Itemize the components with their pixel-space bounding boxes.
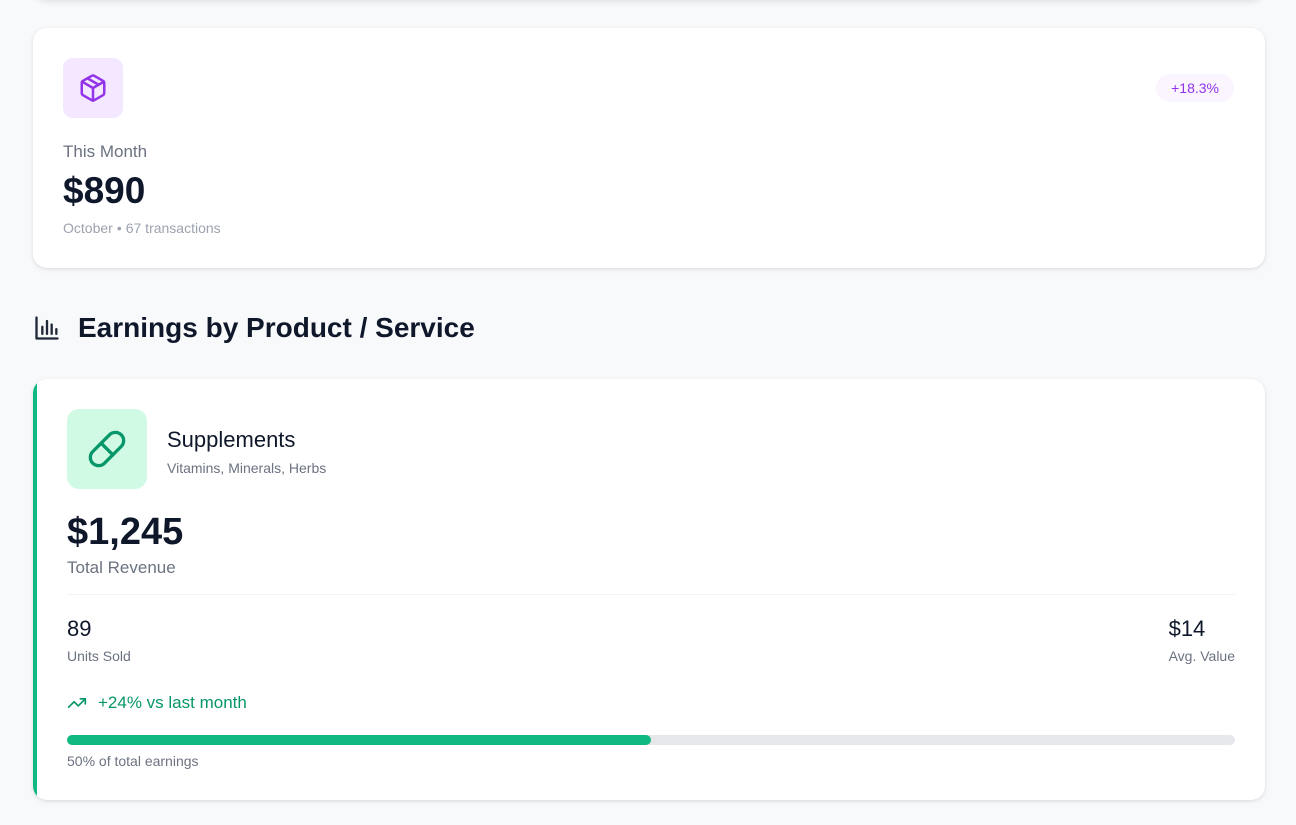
units-sold-label: Units Sold — [67, 648, 131, 664]
growth-badge: +18.3% — [1156, 74, 1234, 102]
total-revenue-value: $1,245 — [67, 511, 184, 553]
avg-value-label: Avg. Value — [1168, 648, 1235, 664]
package-icon — [63, 58, 123, 118]
total-revenue-label: Total Revenue — [67, 558, 176, 577]
product-name: Supplements — [167, 427, 296, 452]
product-card-supplements[interactable]: Supplements Vitamins, Minerals, Herbs $1… — [33, 379, 1265, 800]
divider — [67, 594, 1235, 595]
units-sold-value: 89 — [67, 616, 92, 641]
month-name: October — [63, 220, 113, 236]
progress-fill — [67, 735, 651, 745]
pill-icon — [67, 409, 147, 489]
transaction-count: 67 transactions — [125, 220, 221, 236]
trend-indicator: +24% vs last month — [67, 693, 247, 713]
trending-up-icon — [67, 693, 87, 713]
section-header: Earnings by Product / Service — [33, 312, 475, 344]
month-amount: $890 — [63, 170, 146, 211]
this-month-card: +18.3% This Month $890 October • 67 transa… — [33, 28, 1265, 268]
bar-chart-icon — [33, 314, 61, 342]
units-sold-stat: 89 Units Sold — [67, 616, 131, 664]
card-accent-bar — [33, 379, 37, 800]
avg-value-stat: $14 Avg. Value — [1169, 616, 1235, 664]
trend-text: +24% vs last month — [98, 693, 247, 712]
separator-dot: • — [116, 220, 122, 236]
section-title: Earnings by Product / Service — [78, 312, 475, 343]
earnings-share-label: 50% of total earnings — [67, 753, 199, 769]
month-subtitle: October • 67 transactions — [63, 220, 221, 236]
earnings-share-progress — [67, 735, 1235, 745]
product-description: Vitamins, Minerals, Herbs — [167, 460, 327, 476]
avg-value-value: $14 — [1168, 616, 1206, 641]
month-label: This Month — [63, 142, 148, 161]
